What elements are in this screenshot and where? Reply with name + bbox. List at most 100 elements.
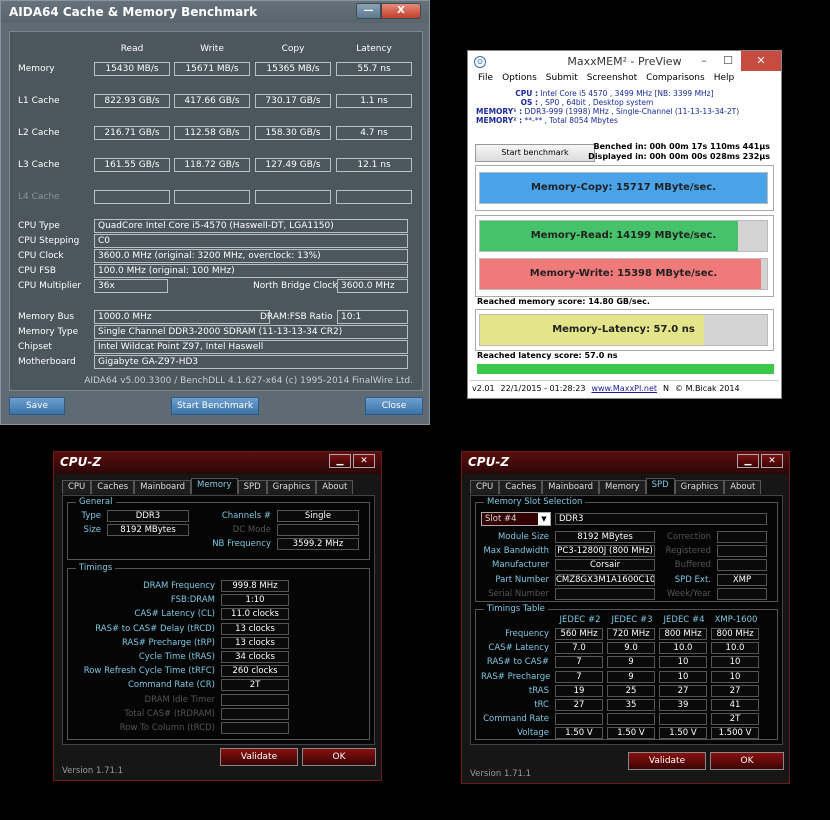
tab-graphics[interactable]: Graphics bbox=[266, 480, 317, 494]
tab-caches[interactable]: Caches bbox=[91, 480, 135, 494]
tab-memory[interactable]: Memory bbox=[191, 478, 238, 494]
tab-caches[interactable]: Caches bbox=[499, 480, 543, 494]
timing-value: 10 bbox=[659, 670, 707, 683]
spd-value bbox=[717, 587, 767, 600]
spd-value: CMZ8GX3M1A1600C10 bbox=[555, 573, 655, 586]
timing-value: 9 bbox=[607, 656, 655, 669]
n-indicator: N bbox=[663, 384, 670, 393]
result-value: 12.1 ns bbox=[336, 158, 412, 172]
timing-label: Command Rate (CR) bbox=[127, 680, 215, 691]
close-window-button[interactable]: X bbox=[381, 3, 421, 19]
slot-dropdown-value: Slot #4 bbox=[485, 514, 517, 524]
info-value: Gigabyte GA-Z97-HD3 bbox=[94, 355, 408, 369]
validate-button[interactable]: Validate bbox=[628, 752, 706, 770]
maxxmem-window: ʘ MaxxMEM² - PreView – ☐ ✕ File Options Su… bbox=[467, 50, 782, 399]
close-button[interactable]: Close bbox=[365, 397, 423, 415]
tab-mainboard[interactable]: Mainboard bbox=[134, 480, 192, 494]
dc-mode-label: DC Mode bbox=[232, 525, 271, 535]
tab-memory[interactable]: Memory bbox=[599, 480, 646, 494]
memory2-value: **-** , Total 8054 Mbytes bbox=[524, 116, 618, 125]
menu-item-help[interactable]: Help bbox=[714, 73, 735, 89]
info-label: CPU Type bbox=[18, 221, 60, 231]
benched-time: Benched in: 00h 00m 17s 110ms 441µs bbox=[593, 142, 771, 151]
tab-about[interactable]: About bbox=[724, 480, 762, 494]
start-benchmark-button[interactable]: Start benchmark bbox=[475, 144, 595, 162]
spd-label: Manufacturer bbox=[492, 560, 549, 571]
info-value: 3600.0 MHz bbox=[337, 279, 408, 293]
dc-mode-value bbox=[277, 524, 359, 536]
maxxmem-titlebar: ʘ MaxxMEM² - PreView – ☐ ✕ bbox=[468, 51, 781, 73]
column-header: JEDEC #4 bbox=[663, 615, 705, 625]
website-link[interactable]: www.MaxxPI.net bbox=[591, 384, 657, 393]
info-label: CPU Multiplier bbox=[18, 281, 82, 291]
minimize-button[interactable]: – bbox=[691, 51, 717, 71]
timing-label: Command Rate bbox=[483, 714, 549, 725]
menu-item-submit[interactable]: Submit bbox=[546, 73, 578, 89]
column-header: Copy bbox=[281, 44, 305, 54]
validate-button[interactable]: Validate bbox=[220, 748, 298, 766]
result-value: 417.66 GB/s bbox=[174, 94, 250, 108]
info-label: Motherboard bbox=[18, 357, 76, 367]
close-window-button[interactable]: ✕ bbox=[761, 454, 783, 468]
timing-label: tRC bbox=[534, 700, 549, 710]
timing-label: Row To Column (tRCD) bbox=[119, 723, 215, 733]
maximize-button[interactable]: ☐ bbox=[715, 51, 741, 71]
cpu-value: Intel Core i5 4570 , 3499 MHz [NB: 3399 … bbox=[540, 89, 714, 98]
menu-item-options[interactable]: Options bbox=[502, 73, 537, 89]
timing-value: 1.50 V bbox=[659, 727, 707, 740]
timing-label: CAS# Latency bbox=[488, 643, 549, 654]
timing-value: 10 bbox=[711, 670, 759, 683]
info-value: QuadCore Intel Core i5-4570 (Haswell-DT,… bbox=[94, 219, 408, 233]
version: v2.01 bbox=[472, 384, 495, 393]
menu-item-screenshot[interactable]: Screenshot bbox=[587, 73, 637, 89]
timing-label: Total CAS# (tRDRAM) bbox=[124, 708, 215, 719]
minimize-button[interactable]: ▁ bbox=[737, 454, 759, 468]
timing-value bbox=[607, 713, 655, 726]
timing-value: 10.0 bbox=[711, 642, 759, 655]
menu-item-comparisons[interactable]: Comparisons bbox=[646, 73, 705, 89]
latency-score: Reached latency score: 57.0 ns bbox=[477, 351, 618, 360]
tab-cpu[interactable]: CPU bbox=[470, 480, 500, 494]
close-window-button[interactable]: ✕ bbox=[353, 454, 375, 468]
ok-button[interactable]: OK bbox=[302, 748, 376, 766]
memory-write-label: Memory-Write: 15398 MByte/sec. bbox=[529, 268, 718, 279]
spd-value bbox=[717, 559, 767, 572]
info-label: CPU FSB bbox=[18, 266, 57, 276]
info-label: North Bridge Clock bbox=[253, 281, 338, 291]
window-title: CPU-Z bbox=[468, 455, 510, 469]
result-value bbox=[255, 190, 331, 204]
tab-spd[interactable]: SPD bbox=[237, 480, 267, 494]
window-title: MaxxMEM² - PreView bbox=[567, 55, 682, 68]
timing-value: 10.0 bbox=[659, 642, 707, 655]
info-value: Intel Wildcat Point Z97, Intel Haswell bbox=[94, 340, 408, 354]
menu-item-file[interactable]: File bbox=[478, 73, 493, 89]
aida64-window: AIDA64 Cache & Memory Benchmark — X Read… bbox=[0, 0, 430, 425]
type-label: Type bbox=[81, 511, 101, 521]
channels-value: Single bbox=[277, 510, 359, 522]
close-window-button[interactable]: ✕ bbox=[741, 51, 781, 71]
column-header: JEDEC #2 bbox=[559, 615, 601, 625]
timing-value: 1.500 V bbox=[711, 727, 759, 740]
tab-spd[interactable]: SPD bbox=[645, 478, 675, 494]
ok-button[interactable]: OK bbox=[710, 752, 784, 770]
timing-value: 41 bbox=[711, 699, 759, 711]
result-value: 112.58 GB/s bbox=[174, 126, 250, 140]
timing-label: Cycle Time (tRAS) bbox=[138, 652, 215, 662]
timing-info: Benched in: 00h 00m 17s 110ms 441µs Disp… bbox=[588, 142, 770, 162]
timing-label: RAS# Precharge (tRP) bbox=[121, 637, 215, 648]
spd-value: PC3-12800J (800 MHz) bbox=[555, 545, 655, 558]
slot-dropdown[interactable]: Slot #4 ▼ bbox=[481, 512, 551, 526]
tab-graphics[interactable]: Graphics bbox=[674, 480, 725, 494]
minimize-button[interactable]: ▁ bbox=[329, 454, 351, 468]
tab-cpu[interactable]: CPU bbox=[62, 480, 92, 494]
timing-value: 2T bbox=[711, 713, 759, 726]
start-benchmark-button[interactable]: Start Benchmark bbox=[171, 397, 259, 415]
benchmark-panel: Read Write Copy Latency Memory 15430 MB/s 1567… bbox=[9, 31, 423, 391]
minimize-button[interactable]: — bbox=[356, 3, 381, 19]
result-value: 15365 MB/s bbox=[255, 62, 331, 76]
channels-label: Channels # bbox=[221, 511, 271, 521]
tab-about[interactable]: About bbox=[316, 480, 354, 494]
save-button[interactable]: Save bbox=[9, 397, 65, 415]
tab-mainboard[interactable]: Mainboard bbox=[542, 480, 600, 494]
column-header: Read bbox=[120, 44, 144, 54]
